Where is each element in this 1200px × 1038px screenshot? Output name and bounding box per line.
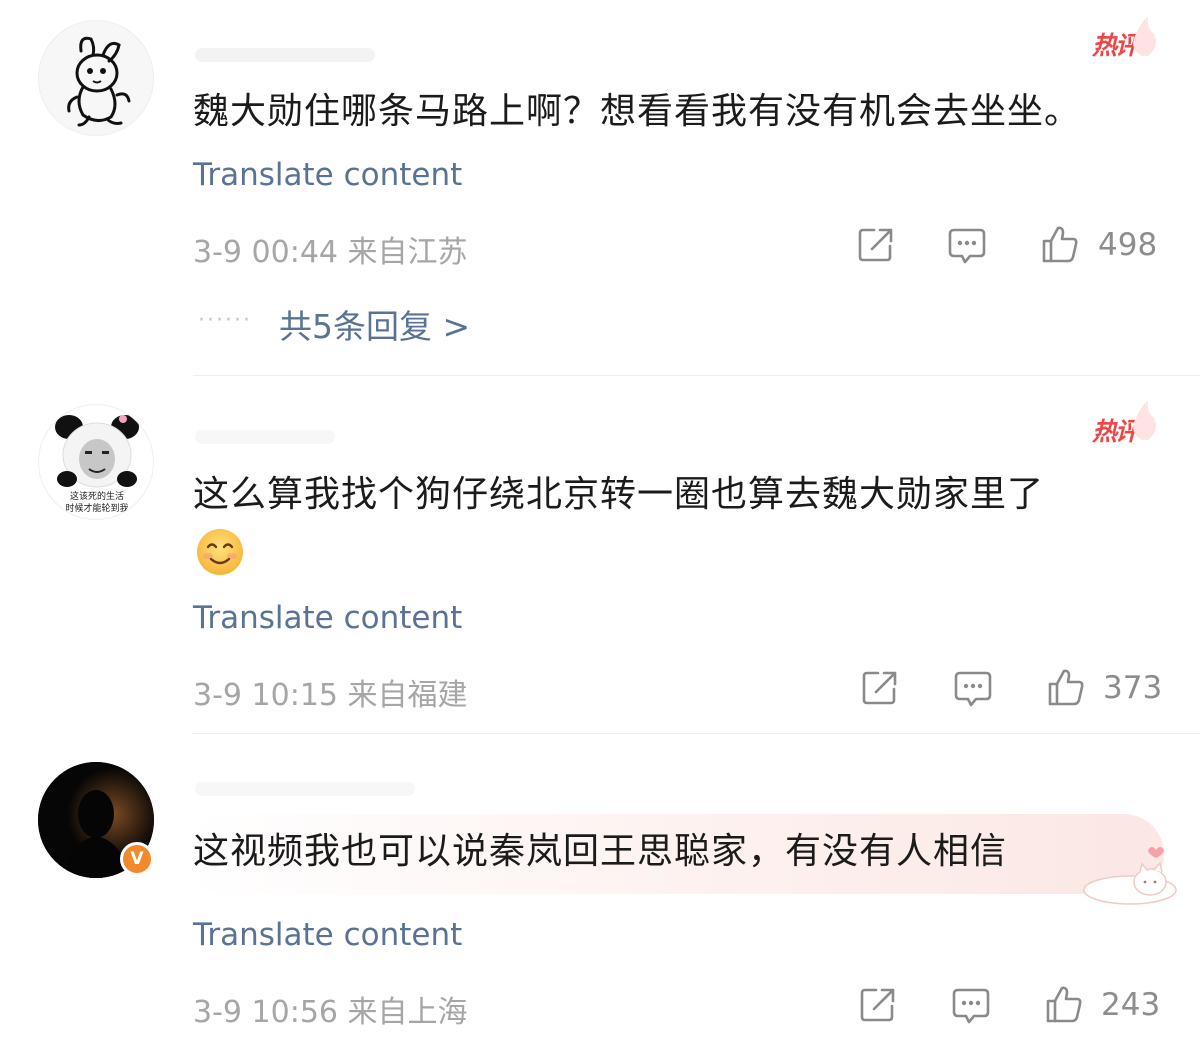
comment-meta: 3-9 00:44 来自江苏 xyxy=(193,227,468,271)
share-icon[interactable] xyxy=(857,226,895,264)
thumbs-up-icon[interactable] xyxy=(1040,224,1080,264)
share-icon[interactable] xyxy=(861,669,899,707)
avatar[interactable]: 这该死的生活 时候才能轮到我 xyxy=(38,404,154,520)
location: 来自上海 xyxy=(347,995,468,1030)
flame-icon xyxy=(1133,400,1156,440)
comment-meta: 3-9 10:56 来自上海 xyxy=(193,987,468,1031)
comment-meta: 3-9 10:15 来自福建 xyxy=(193,670,468,714)
comment-icon[interactable] xyxy=(946,226,988,268)
avatar-caption-line-2: 时候才能轮到我 xyxy=(65,504,129,514)
location: 来自福建 xyxy=(347,678,468,713)
location: 来自江苏 xyxy=(347,235,468,270)
replies-dots: ······ xyxy=(198,308,252,333)
comment-text: 这么算我找个狗仔绕北京转一圈也算去魏大勋家里了 xyxy=(193,474,1045,515)
avatar-caption-line-1: 这该死的生活 xyxy=(69,492,124,502)
divider xyxy=(193,375,1200,376)
timestamp: 3-9 10:56 xyxy=(193,995,338,1030)
cat-sticker-icon xyxy=(1083,847,1177,905)
divider xyxy=(193,733,1200,734)
view-replies-link[interactable]: 共5条回复 > xyxy=(279,300,470,348)
comment-icon[interactable] xyxy=(950,986,992,1028)
avatar[interactable] xyxy=(38,20,154,136)
thumbs-up-icon[interactable] xyxy=(1044,984,1084,1024)
comment-text: 这视频我也可以说秦岚回王思聪家，有没有人相信 xyxy=(193,831,1008,872)
thumbs-up-icon[interactable] xyxy=(1046,667,1086,707)
username-blurred[interactable] xyxy=(195,48,375,62)
username-blurred[interactable] xyxy=(195,430,335,444)
cartoon-avatar-icon xyxy=(67,36,131,127)
comment-icon[interactable] xyxy=(952,669,994,711)
like-count: 373 xyxy=(1103,670,1163,706)
timestamp: 3-9 10:15 xyxy=(193,678,338,713)
like-count: 243 xyxy=(1101,987,1161,1023)
verified-badge-icon: V xyxy=(120,842,154,876)
timestamp: 3-9 00:44 xyxy=(193,235,338,270)
translate-link[interactable]: Translate content xyxy=(193,917,462,953)
username-blurred[interactable] xyxy=(195,782,415,796)
translate-link[interactable]: Translate content xyxy=(193,600,462,636)
comment-text: 魏大勋住哪条马路上啊？想看看我有没有机会去坐坐。 xyxy=(193,91,1082,132)
like-count: 498 xyxy=(1098,227,1158,263)
translate-link[interactable]: Translate content xyxy=(193,157,462,193)
smiling-face-emoji-icon xyxy=(197,529,243,575)
flame-icon xyxy=(1133,16,1156,56)
share-icon[interactable] xyxy=(859,986,897,1024)
